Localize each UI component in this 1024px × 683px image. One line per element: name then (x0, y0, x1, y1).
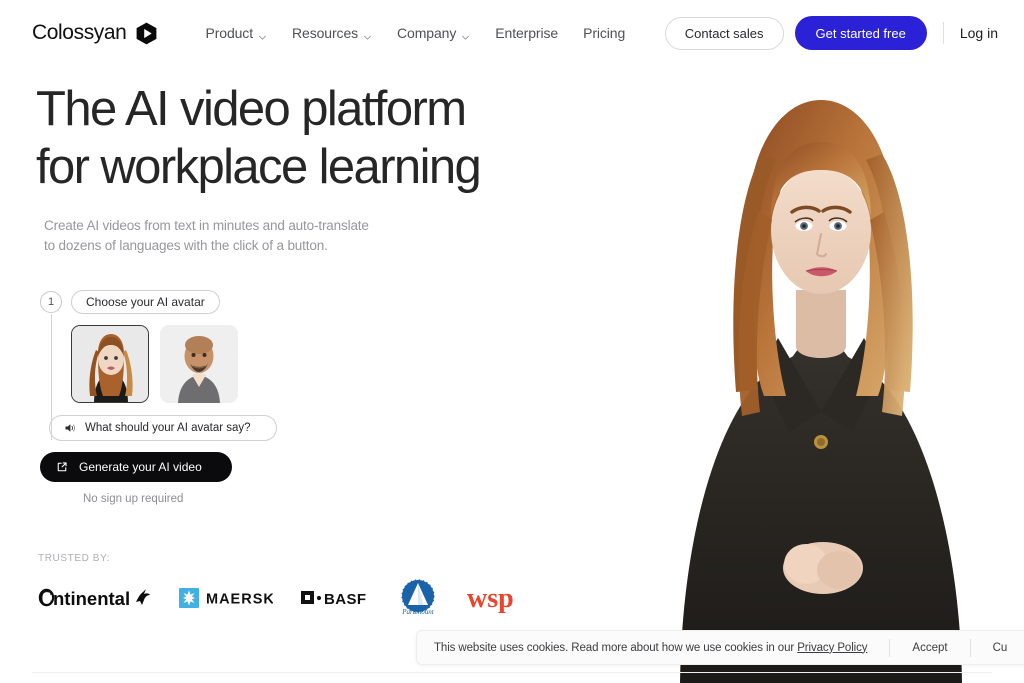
generate-video-button[interactable]: Generate your AI video (40, 452, 232, 482)
wsp-logo-text: wsp (467, 583, 514, 613)
chevron-down-icon (363, 29, 372, 40)
hexagon-play-logo-icon (134, 21, 159, 46)
site-header: Colossyan Product Resources Company Ente… (0, 0, 1024, 66)
no-signup-note: No sign up required (83, 493, 184, 505)
basf-logo-text: BASF (324, 591, 366, 608)
paramount-logo-text: Paramount (401, 608, 435, 616)
hero-subheading: Create AI videos from text in minutes an… (44, 216, 640, 256)
subhead-line-1: Create AI videos from text in minutes an… (44, 218, 369, 233)
cookie-message: This website uses cookies. Read more abo… (434, 641, 868, 654)
wsp-logo: wsp (467, 580, 525, 616)
landing-page: Colossyan Product Resources Company Ente… (0, 0, 1024, 683)
generate-video-label: Generate your AI video (79, 460, 202, 474)
main-nav: Product Resources Company Enterprise Pri… (205, 25, 625, 41)
nav-item-product[interactable]: Product (205, 25, 267, 41)
avatar-options (71, 325, 300, 403)
header-divider (942, 22, 944, 44)
hero-presenter-photo (620, 40, 1024, 683)
choose-avatar-label: Choose your AI avatar (71, 290, 220, 314)
cookie-message-text: This website uses cookies. Read more abo… (434, 641, 795, 654)
maersk-logo: MAERSK (179, 580, 273, 616)
nav-item-pricing[interactable]: Pricing (583, 25, 625, 41)
contact-sales-button[interactable]: Contact sales (664, 16, 784, 50)
paramount-logo: Paramount (397, 579, 439, 616)
trusted-by-label: TRUSTED BY: (38, 553, 111, 564)
cookie-accept-button[interactable]: Accept (912, 642, 947, 654)
header-actions: Contact sales Get started free Log in (664, 16, 998, 50)
basf-logo: BASF (301, 580, 369, 616)
step-one-row: 1 Choose your AI avatar (40, 290, 300, 314)
page-divider (32, 672, 992, 673)
nav-item-enterprise-label: Enterprise (495, 25, 559, 41)
client-logo-row: C ntinental MAERSK BASF Paramount wsp (38, 579, 525, 616)
nav-item-pricing-label: Pricing (583, 25, 626, 41)
cookie-divider-2 (969, 638, 971, 657)
avatar-option-female[interactable] (71, 325, 149, 403)
trusted-by-section: TRUSTED BY: C ntinental MAERSK BASF Para… (38, 553, 525, 616)
avatar-script-placeholder: What should your AI avatar say? (85, 422, 251, 434)
nav-item-resources-label: Resources (292, 25, 359, 41)
log-in-link[interactable]: Log in (960, 25, 998, 41)
brand-logo[interactable]: Colossyan (32, 21, 159, 46)
subhead-line-2: to dozens of languages with the click of… (44, 238, 328, 253)
avatar-demo-widget: 1 Choose your AI avatar What should your… (40, 290, 300, 505)
hero-content: The AI video platform for workplace lear… (0, 66, 640, 505)
step-connector-line (51, 314, 52, 440)
get-started-free-button[interactable]: Get started free (794, 16, 927, 50)
privacy-policy-link[interactable]: Privacy Policy (797, 642, 867, 654)
external-link-icon (56, 461, 68, 473)
avatar-option-male[interactable] (160, 325, 238, 403)
avatar-script-input[interactable]: What should your AI avatar say? (49, 415, 277, 441)
nav-item-company-label: Company (397, 25, 457, 41)
chevron-down-icon (258, 29, 267, 40)
continental-logo-text: ntinental (53, 588, 130, 609)
nav-item-resources[interactable]: Resources (292, 25, 372, 41)
nav-item-product-label: Product (205, 25, 254, 41)
continental-logo: C ntinental (38, 580, 151, 616)
speaker-icon (64, 422, 76, 434)
nav-item-enterprise[interactable]: Enterprise (495, 25, 558, 41)
step-number-badge: 1 (40, 291, 62, 313)
nav-item-company[interactable]: Company (397, 25, 470, 41)
cookie-consent-banner: This website uses cookies. Read more abo… (416, 630, 1024, 665)
cookie-customize-button[interactable]: Cu (993, 642, 1008, 654)
headline-line-2: for workplace learning (36, 140, 482, 194)
headline-line-1: The AI video platform (36, 82, 467, 136)
maersk-logo-text: MAERSK (206, 592, 273, 608)
cookie-divider-1 (889, 638, 891, 657)
page-title: The AI video platform for workplace lear… (36, 80, 640, 196)
brand-name: Colossyan (32, 21, 127, 44)
chevron-down-icon (461, 29, 470, 40)
